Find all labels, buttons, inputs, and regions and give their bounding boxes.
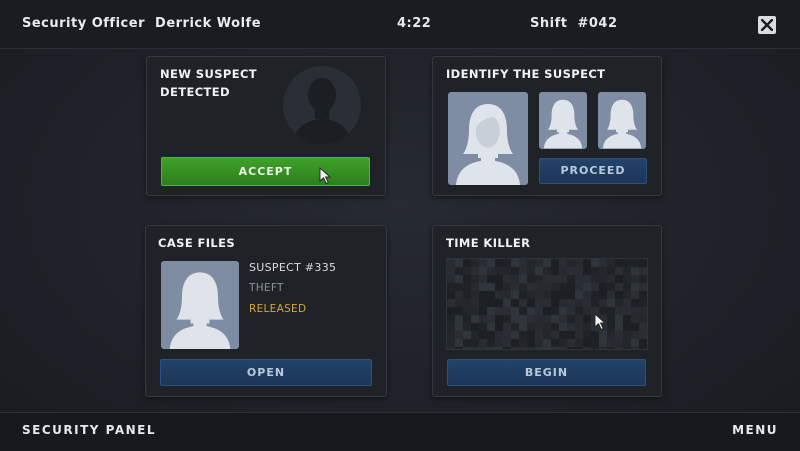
identify-suspect-title: IDENTIFY THE SUSPECT: [446, 67, 606, 81]
case-suspect-id: SUSPECT #335: [249, 261, 337, 274]
officer-name: Security Officer Derrick Wolfe: [22, 16, 262, 31]
proceed-button[interactable]: PROCEED: [539, 158, 647, 184]
candidate-photo-2[interactable]: [598, 92, 646, 149]
close-icon: [761, 19, 773, 31]
new-suspect-title-line2: DETECTED: [160, 85, 230, 99]
case-files-title: CASE FILES: [158, 236, 236, 250]
candidate-photo-1[interactable]: [539, 92, 587, 149]
time-killer-title: TIME KILLER: [446, 236, 531, 250]
female-silhouette-icon: [456, 104, 520, 185]
case-files-panel: CASE FILES SUSPECT #335 THEFT RELEASED O…: [145, 225, 387, 397]
new-suspect-title-line1: NEW SUSPECT: [160, 67, 258, 81]
clock-time: 4:22: [397, 16, 432, 31]
new-suspect-panel: NEW SUSPECT DETECTED ACCEPT: [146, 56, 386, 196]
case-suspect-photo: [161, 261, 239, 349]
case-status-badge: RELEASED: [249, 303, 307, 315]
mouse-cursor-icon: [594, 312, 607, 331]
begin-button[interactable]: BEGIN: [447, 359, 646, 386]
top-bar: Security Officer Derrick Wolfe 4:22 Shif…: [0, 0, 800, 49]
female-silhouette-icon: [543, 99, 583, 149]
case-crime-type: THEFT: [249, 282, 284, 294]
bottom-bar: SECURITY PANEL MENU: [0, 412, 800, 451]
close-button[interactable]: [758, 16, 776, 34]
shift-number: Shift #042: [530, 16, 618, 31]
female-silhouette-icon: [169, 272, 231, 349]
menu-button[interactable]: MENU: [732, 423, 778, 437]
identify-suspect-panel: IDENTIFY THE SUSPECT PROCEED: [432, 56, 662, 196]
mouse-cursor-icon: [319, 167, 332, 185]
security-panel-label: SECURITY PANEL: [22, 423, 157, 437]
pixel-noise-pattern: [447, 259, 647, 349]
accept-button[interactable]: ACCEPT: [161, 157, 370, 186]
female-silhouette-icon: [602, 99, 642, 149]
minigame-preview-area[interactable]: [446, 258, 648, 350]
main-suspect-photo: [448, 92, 528, 185]
open-button[interactable]: OPEN: [160, 359, 372, 386]
unknown-suspect-silhouette-icon: [283, 66, 361, 144]
